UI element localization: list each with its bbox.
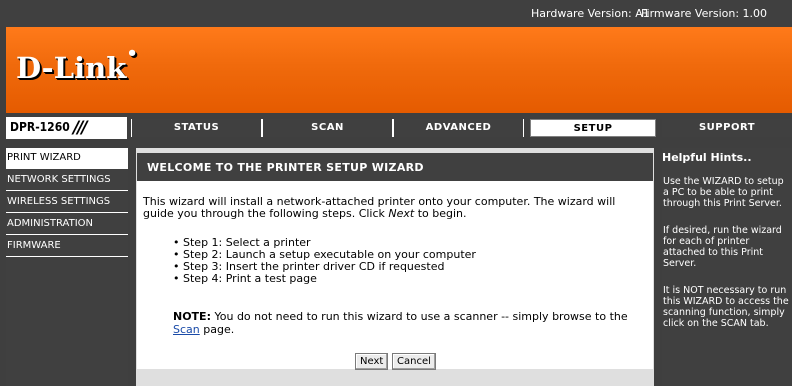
note-label: NOTE: [173,310,211,323]
tab-scan-label: SCAN [311,122,344,133]
note-text-end: page. [199,323,235,336]
brand-banner: D-Link• [6,27,792,113]
intro-text-end: to begin. [414,207,467,220]
intro-text: This wizard will install a network-attac… [143,195,616,220]
tab-support[interactable]: SUPPORT [662,119,792,137]
tab-status[interactable]: STATUS [131,119,262,137]
product-mark: /// [73,118,88,138]
sidebar-item-label: WIRELESS SETTINGS [7,196,111,207]
top-navigation: DPR-1260 /// STATUS SCAN ADVANCED SETUP … [6,117,792,139]
list-item: • Step 4: Print a test page [173,273,476,285]
top-bar: Hardware Version: A1 Firmware Version: 1… [0,0,792,27]
note-text: You do not need to run this wizard to us… [210,310,628,323]
tab-setup[interactable]: SETUP [530,119,656,137]
intro-next-emphasis: Next [388,207,415,220]
logo-text: D-Link [16,51,127,85]
sidebar-item-wireless-settings[interactable]: WIRELESS SETTINGS [6,192,128,213]
sidebar-item-label: ADMINISTRATION [7,218,94,229]
wizard-steps: • Step 1: Select a printer • Step 2: Launc… [173,237,476,285]
tab-advanced[interactable]: ADVANCED [393,119,524,137]
sidebar-item-print-wizard[interactable]: PRINT WIZARD [6,148,128,169]
tab-advanced-label: ADVANCED [425,122,492,133]
hint-text: It is NOT necessary to run this WIZARD t… [663,285,789,329]
sidebar-item-label: NETWORK SETTINGS [7,174,111,185]
hint-text: Use the WIZARD to setup a PC to be able … [663,176,784,209]
sidebar-item-administration[interactable]: ADMINISTRATION [6,214,128,235]
logo-dot-icon: • [126,43,138,64]
product-model: DPR-1260 [10,120,70,134]
bullet-icon: • [173,272,180,285]
tab-scan[interactable]: SCAN [262,119,393,137]
scanner-note: NOTE: You do not need to run this wizard… [173,310,643,336]
scan-page-link[interactable]: Scan [173,323,200,336]
hardware-version: Hardware Version: A1 [531,7,650,20]
cancel-button[interactable]: Cancel [392,353,436,370]
wizard-title: WELCOME TO THE PRINTER SETUP WIZARD [137,153,653,181]
wizard-panel: WELCOME TO THE PRINTER SETUP WIZARD This… [136,152,654,370]
main-content: WELCOME TO THE PRINTER SETUP WIZARD This… [136,148,654,386]
sidebar: PRINT WIZARD NETWORK SETTINGS WIRELESS S… [6,148,128,386]
dlink-logo: D-Link• [16,43,138,85]
tab-setup-label: SETUP [573,123,613,134]
product-box: DPR-1260 /// [6,117,127,139]
hints-title: Helpful Hints.. [662,151,752,164]
wizard-intro: This wizard will install a network-attac… [143,196,643,220]
sidebar-item-label: FIRMWARE [7,240,61,251]
sidebar-item-firmware[interactable]: FIRMWARE [6,236,128,257]
firmware-version: Firmware Version: 1.00 [641,7,768,20]
hint-text: If desired, run the wizard for each of p… [663,225,782,269]
helpful-hints-panel: Helpful Hints.. Use the WIZARD to setup … [662,148,792,386]
sidebar-item-network-settings[interactable]: NETWORK SETTINGS [6,170,128,191]
next-button[interactable]: Next [355,353,389,370]
step-text: Step 4: Print a test page [183,272,317,285]
sidebar-item-label: PRINT WIZARD [7,152,81,163]
tab-support-label: SUPPORT [698,122,756,133]
tab-status-label: STATUS [173,122,220,133]
page-frame: Hardware Version: A1 Firmware Version: 1… [0,0,792,386]
